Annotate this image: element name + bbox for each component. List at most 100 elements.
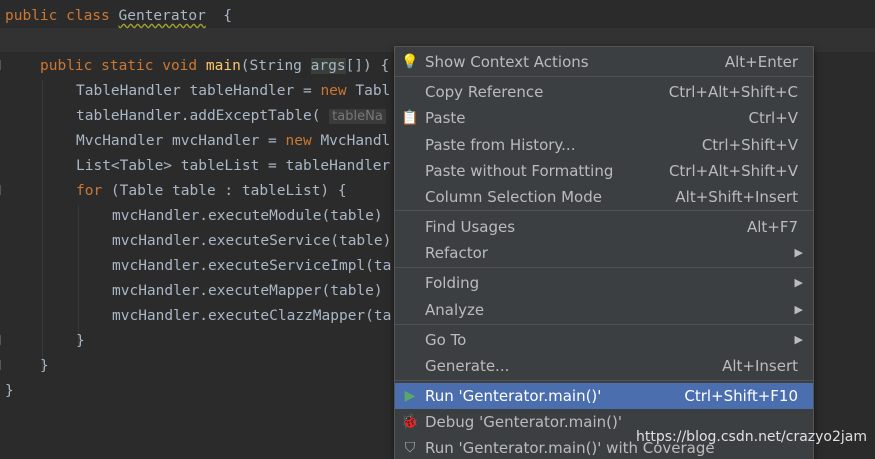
code-line: public static void main(String args[]) {: [40, 54, 389, 79]
code-line: List<Table> tableList = tableHandler: [76, 154, 390, 179]
clipboard-icon: 📋: [401, 110, 419, 126]
menu-item-paste[interactable]: 📋 Paste Ctrl+V: [395, 105, 813, 131]
debug-icon: 🐞: [401, 414, 419, 430]
menu-separator: [395, 76, 813, 77]
menu-item-shortcut: Alt+Enter: [724, 53, 798, 71]
code-token: (String: [240, 58, 311, 74]
menu-item-shortcut: Ctrl+Shift+V: [701, 136, 798, 154]
menu-item-shortcut: Ctrl+Alt+Shift+C: [668, 83, 798, 101]
menu-item-generate[interactable]: Generate... Alt+Insert: [395, 353, 813, 379]
menu-item-shortcut: Alt+F7: [746, 218, 798, 236]
code-token: new: [320, 83, 356, 99]
code-line: TableHandler tableHandler = new Tabl: [76, 79, 390, 104]
menu-item-label: Analyze: [425, 301, 485, 319]
code-line: mvcHandler.executeModule(table): [112, 204, 383, 229]
code-line: tableHandler.addExceptTable( tableNa: [76, 104, 386, 129]
menu-item-label: Find Usages: [425, 218, 516, 236]
code-token: MvcHandler mvcHandler =: [76, 133, 286, 149]
menu-item-label: Refactor: [425, 244, 488, 262]
code-token: List<Table> tableList = tableHandler: [76, 158, 391, 174]
indent-guide: [42, 80, 43, 370]
menu-item-analyze[interactable]: Analyze ▶: [395, 297, 813, 323]
watermark-text: https://blog.csdn.net/crazyo2jam: [636, 429, 867, 445]
code-token: tableHandler.addExceptTable(: [76, 108, 330, 124]
menu-item-shortcut: Ctrl+Alt+Shift+V: [668, 162, 798, 180]
code-line: MvcHandler mvcHandler = new MvcHandl: [76, 129, 390, 154]
code-token: public class: [5, 8, 119, 24]
code-token: mvcHandler.executeServiceImpl(ta: [112, 258, 392, 274]
code-token: (Table table : tableList) {: [110, 183, 347, 199]
menu-separator: [395, 210, 813, 211]
code-line: public class Genterator {: [5, 4, 232, 29]
menu-item-label: Show Context Actions: [425, 53, 589, 71]
menu-item-copy-reference[interactable]: Copy Reference Ctrl+Alt+Shift+C: [395, 79, 813, 105]
code-line: mvcHandler.executeClazzMapper(ta: [112, 304, 391, 329]
coverage-icon: ⛉: [404, 440, 416, 456]
menu-item-shortcut: Ctrl+Shift+F10: [684, 387, 798, 405]
menu-item-label: Folding: [425, 274, 480, 292]
menu-item-label: Go To: [425, 331, 467, 349]
code-token: }: [76, 333, 85, 349]
menu-item-label: Paste from History...: [425, 136, 576, 154]
fold-marker[interactable]: [0, 335, 7, 345]
code-token: }: [40, 358, 49, 374]
code-line: mvcHandler.executeService(table): [112, 229, 391, 254]
code-token: []) {: [345, 58, 390, 74]
code-line: }: [76, 329, 85, 354]
code-token: Tabl: [355, 83, 391, 99]
submenu-arrow-icon: ▶: [794, 333, 803, 346]
code-line: for (Table table : tableList) {: [76, 179, 347, 204]
code-token: mvcHandler.executeClazzMapper(ta: [112, 308, 392, 324]
menu-item-folding[interactable]: Folding ▶: [395, 270, 813, 296]
code-token: args: [310, 58, 346, 74]
menu-item-label: Run 'Genterator.main()': [425, 387, 602, 405]
fold-marker[interactable]: [0, 360, 7, 370]
menu-separator: [395, 380, 813, 381]
menu-item-run-genterator-main[interactable]: ▶ Run 'Genterator.main()' Ctrl+Shift+F10: [395, 383, 813, 409]
run-icon: ▶: [404, 388, 416, 404]
menu-item-column-selection-mode[interactable]: Column Selection Mode Alt+Shift+Insert: [395, 184, 813, 210]
code-token: mvcHandler.executeService(table): [112, 233, 392, 249]
submenu-arrow-icon: ▶: [794, 276, 803, 289]
code-token: public static void: [40, 58, 206, 74]
menu-item-go-to[interactable]: Go To ▶: [395, 327, 813, 353]
code-line: }: [5, 379, 14, 404]
context-menu: 💡 Show Context Actions Alt+Enter Copy Refer…: [394, 46, 814, 459]
lightbulb-icon: 💡: [401, 54, 419, 70]
code-line: mvcHandler.executeServiceImpl(ta: [112, 254, 391, 279]
menu-item-label: Paste: [425, 109, 466, 127]
code-token: new: [285, 133, 321, 149]
indent-guide: [78, 205, 79, 345]
menu-separator: [395, 324, 813, 325]
menu-item-label: Debug 'Genterator.main()': [425, 413, 622, 431]
menu-item-find-usages[interactable]: Find Usages Alt+F7: [395, 214, 813, 240]
code-token: {: [205, 8, 233, 24]
code-token: main: [205, 58, 241, 74]
menu-item-refactor[interactable]: Refactor ▶: [395, 240, 813, 266]
fold-marker[interactable]: [0, 185, 7, 195]
menu-item-paste-without-formatting[interactable]: Paste without Formatting Ctrl+Alt+Shift+V: [395, 158, 813, 184]
code-token: mvcHandler.executeModule(table): [112, 208, 383, 224]
menu-item-shortcut: Ctrl+V: [748, 109, 798, 127]
code-token: TableHandler tableHandler =: [76, 83, 321, 99]
code-token: MvcHandl: [320, 133, 391, 149]
submenu-arrow-icon: ▶: [794, 303, 803, 316]
menu-item-shortcut: Alt+Insert: [722, 357, 798, 375]
code-token: }: [5, 383, 14, 399]
menu-item-label: Paste without Formatting: [425, 162, 614, 180]
code-line: }: [40, 354, 49, 379]
menu-item-show-context-actions[interactable]: 💡 Show Context Actions Alt+Enter: [395, 49, 813, 75]
code-token: Genterator: [118, 8, 206, 24]
menu-item-label: Generate...: [425, 357, 510, 375]
code-line: mvcHandler.executeMapper(table): [112, 279, 383, 304]
fold-marker[interactable]: [0, 60, 7, 70]
menu-item-paste-from-history[interactable]: Paste from History... Ctrl+Shift+V: [395, 132, 813, 158]
menu-separator: [395, 267, 813, 268]
submenu-arrow-icon: ▶: [794, 246, 803, 259]
code-token: mvcHandler.executeMapper(table): [112, 283, 383, 299]
menu-item-label: Copy Reference: [425, 83, 544, 101]
menu-item-label: Column Selection Mode: [425, 188, 602, 206]
menu-item-shortcut: Alt+Shift+Insert: [675, 188, 798, 206]
code-token: for: [76, 183, 111, 199]
parameter-hint: tableNa: [329, 109, 386, 124]
